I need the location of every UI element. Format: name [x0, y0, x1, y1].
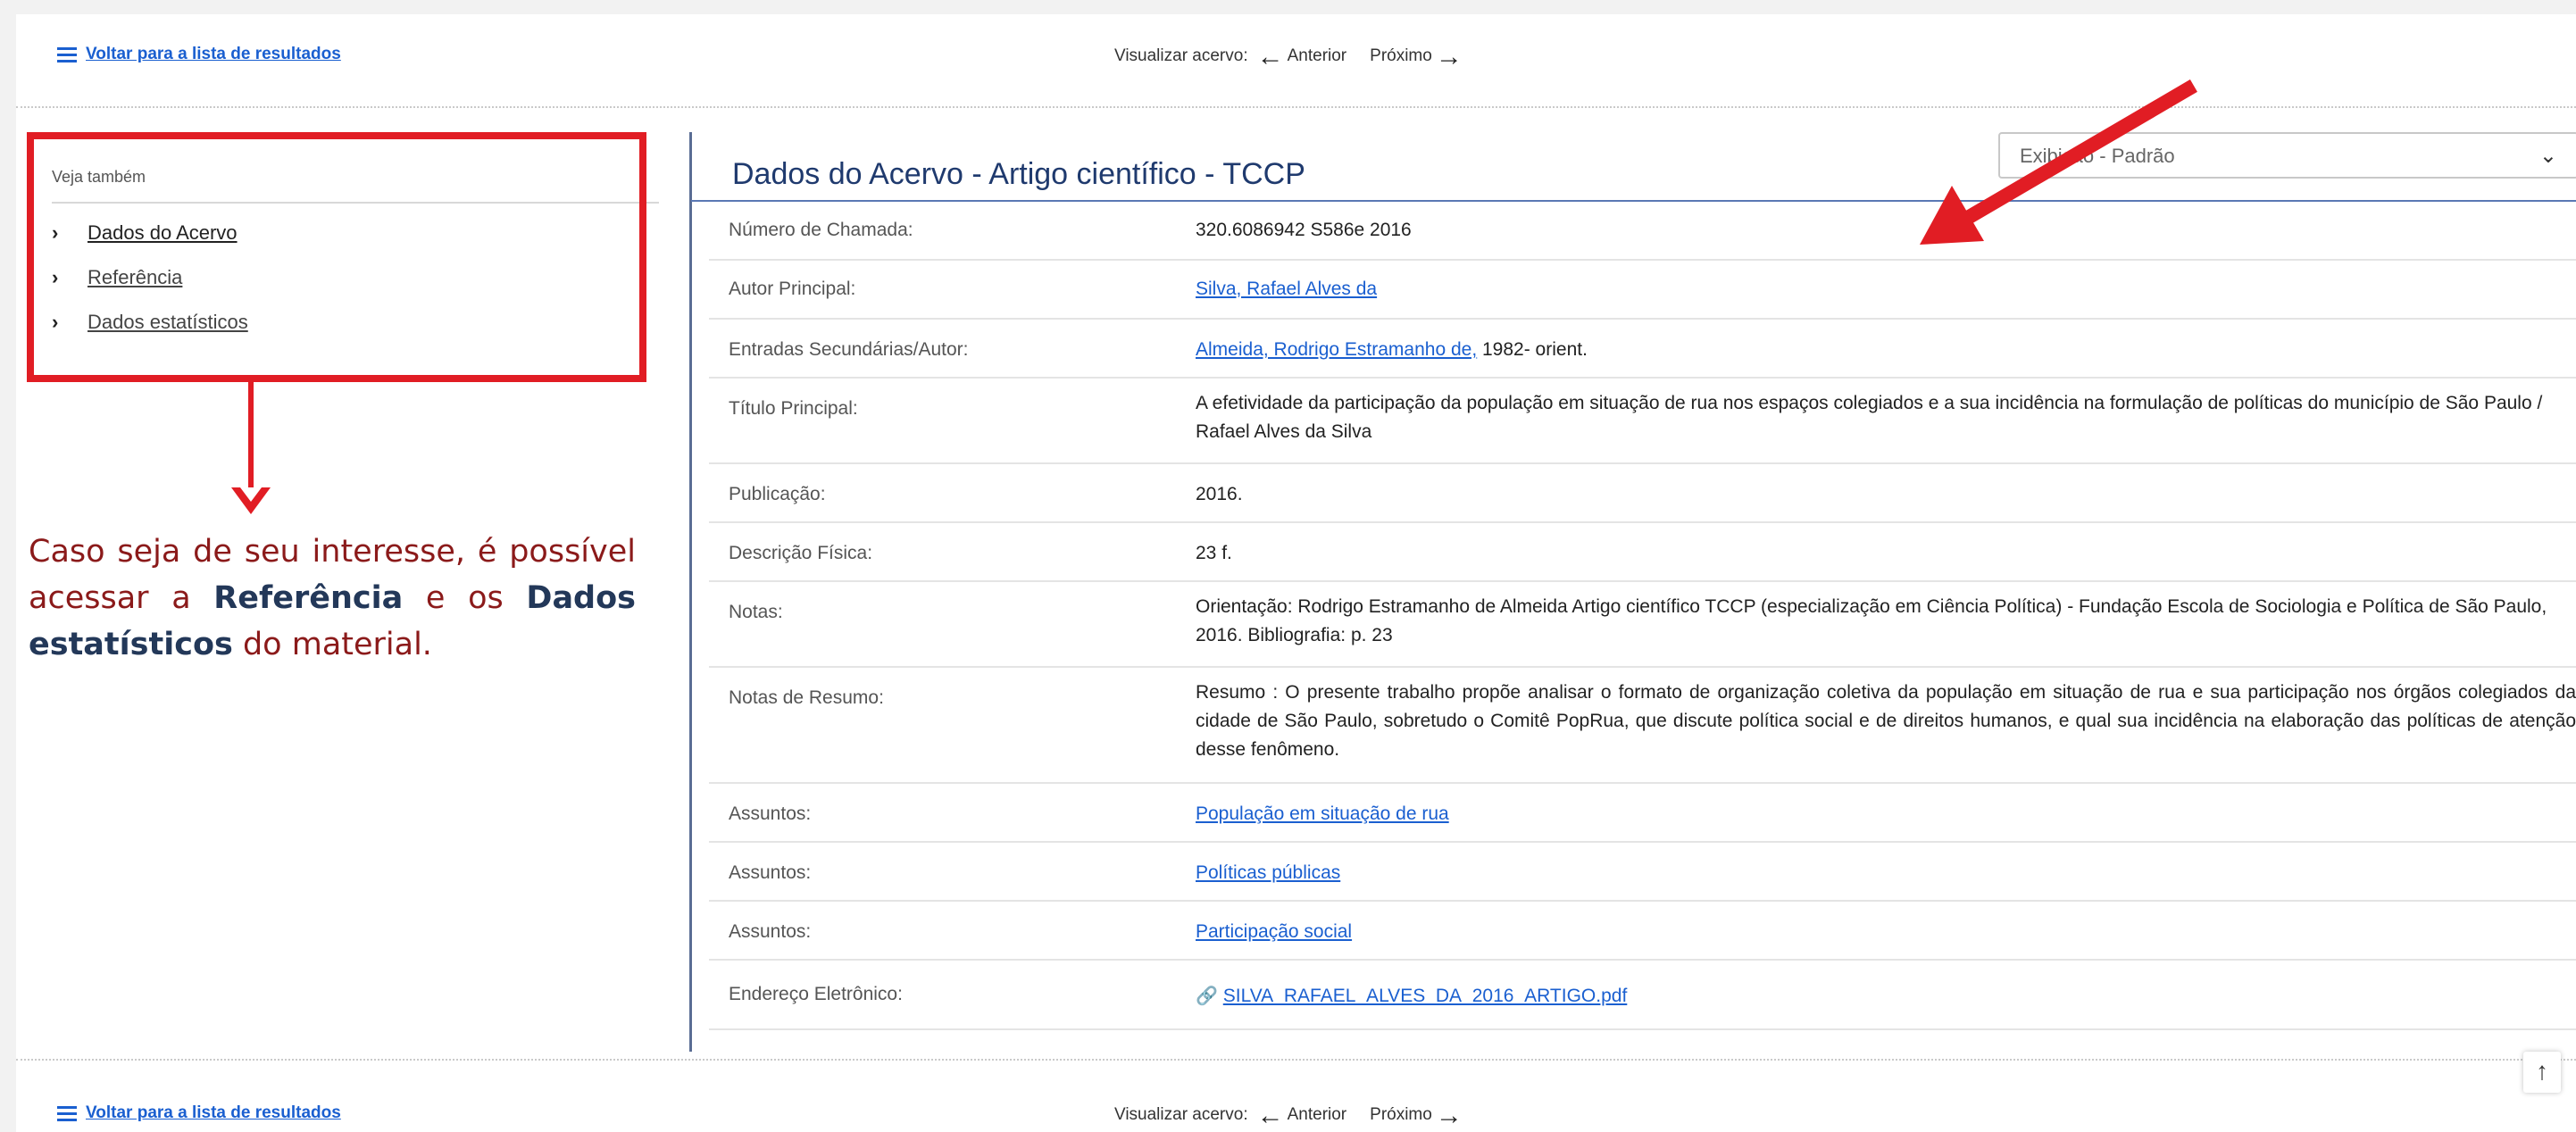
previous-label: Anterior	[1287, 46, 1347, 65]
next-button[interactable]: Próximo →	[1370, 1100, 1463, 1130]
row-value: 2016.	[1196, 484, 1243, 504]
arrow-left-icon: ←	[1256, 1100, 1284, 1130]
row-value: Almeida, Rodrigo Estramanho de, 1982- or…	[1196, 336, 2576, 364]
browse-collection: Visualizar acervo: ← Anterior Próximo →	[1114, 41, 1463, 71]
row-value: 320.6086942 S586e 2016	[1196, 220, 1412, 240]
vertical-divider	[689, 132, 692, 1052]
annotation-callout: Caso seja de seu interesse, é possível a…	[29, 529, 636, 668]
secondary-author-link[interactable]: Almeida, Rodrigo Estramanho de,	[1196, 339, 1477, 360]
subject-link[interactable]: Políticas públicas	[1196, 859, 2576, 887]
author-link[interactable]: Silva, Rafael Alves da	[1196, 275, 2576, 304]
top-divider	[16, 106, 2576, 108]
table-row: Autor Principal: Silva, Rafael Alves da	[709, 261, 2576, 320]
secondary-author-note: 1982- orient.	[1477, 339, 1588, 360]
table-row: Publicação: 2016.	[709, 464, 2576, 523]
arrow-right-icon: →	[1435, 1100, 1463, 1130]
record-details-table: Número de Chamada: 320.6086942 S586e 201…	[709, 202, 2576, 1030]
table-row: Assuntos: Participação social	[709, 902, 2576, 961]
browse-label: Visualizar acervo:	[1114, 1105, 1248, 1124]
next-label: Próximo	[1370, 1105, 1432, 1124]
table-row: Título Principal: A efetividade da parti…	[709, 379, 2576, 464]
back-to-results-label: Voltar para a lista de resultados	[86, 1103, 341, 1122]
arrow-up-icon: ↑	[2536, 1057, 2548, 1085]
list-icon	[57, 1105, 77, 1121]
link-icon: 🔗	[1196, 986, 1218, 1006]
next-label: Próximo	[1370, 46, 1432, 65]
row-value: A efetividade da participação da populaç…	[1196, 393, 2543, 442]
chevron-down-icon: ⌄	[2538, 144, 2557, 168]
row-label: Autor Principal:	[729, 279, 856, 299]
row-value: 23 f.	[1196, 543, 1232, 563]
display-mode-select[interactable]: Exibição - Padrão ⌄	[1998, 132, 2576, 179]
row-label: Descrição Física:	[729, 543, 873, 563]
bottom-navigation: Voltar para a lista de resultados Visual…	[16, 1064, 2576, 1130]
row-value: Resumo : O presente trabalho propõe anal…	[1196, 682, 2576, 760]
row-value: Orientação: Rodrigo Estramanho de Almeid…	[1196, 596, 2547, 645]
browse-label: Visualizar acervo:	[1114, 46, 1248, 65]
row-label: Endereço Eletrônico:	[729, 984, 903, 1004]
table-row: Descrição Física: 23 f.	[709, 523, 2576, 582]
row-label: Notas de Resumo:	[729, 687, 884, 708]
table-row: Endereço Eletrônico: 🔗 SILVA_RAFAEL_ALVE…	[709, 961, 2576, 1030]
table-row: Notas: Orientação: Rodrigo Estramanho de…	[709, 582, 2576, 668]
row-label: Publicação:	[729, 484, 826, 504]
pdf-link[interactable]: SILVA_RAFAEL_ALVES_DA_2016_ARTIGO.pdf	[1223, 986, 1628, 1006]
table-row: Assuntos: Políticas públicas	[709, 843, 2576, 902]
bottom-divider	[16, 1059, 2576, 1061]
browse-collection: Visualizar acervo: ← Anterior Próximo →	[1114, 1100, 1463, 1130]
callout-text: do material.	[232, 627, 432, 662]
previous-button[interactable]: ← Anterior	[1256, 41, 1347, 71]
table-row: Entradas Secundárias/Autor: Almeida, Rod…	[709, 320, 2576, 379]
table-row: Assuntos: População em situação de rua	[709, 784, 2576, 843]
list-icon	[57, 46, 77, 62]
annotation-arrowhead	[231, 487, 271, 514]
row-label: Assuntos:	[729, 862, 812, 883]
row-label: Título Principal:	[729, 398, 858, 419]
arrow-left-icon: ←	[1256, 41, 1284, 71]
display-mode-value: Exibição - Padrão	[2020, 145, 2175, 167]
row-label: Número de Chamada:	[729, 220, 913, 240]
back-to-results-link[interactable]: Voltar para a lista de resultados	[57, 1103, 341, 1123]
previous-label: Anterior	[1287, 1105, 1347, 1124]
table-row: Notas de Resumo: Resumo : O presente tra…	[709, 668, 2576, 784]
annotation-arrow-line	[248, 382, 254, 489]
previous-button[interactable]: ← Anterior	[1256, 1100, 1347, 1130]
row-label: Entradas Secundárias/Autor:	[729, 339, 969, 360]
row-label: Assuntos:	[729, 803, 812, 824]
arrow-right-icon: →	[1435, 41, 1463, 71]
callout-emphasis: Referência	[213, 580, 404, 616]
row-label: Notas:	[729, 602, 783, 622]
subject-link[interactable]: Participação social	[1196, 918, 2576, 946]
highlight-box	[27, 132, 646, 382]
page-title: Dados do Acervo - Artigo científico - TC…	[732, 157, 1305, 191]
subject-link[interactable]: População em situação de rua	[1196, 800, 2576, 828]
next-button[interactable]: Próximo →	[1370, 41, 1463, 71]
table-row: Número de Chamada: 320.6086942 S586e 201…	[709, 202, 2576, 261]
top-navigation: Voltar para a lista de resultados Visual…	[16, 14, 2576, 77]
page: Voltar para a lista de resultados Visual…	[16, 14, 2576, 1132]
row-value: 🔗 SILVA_RAFAEL_ALVES_DA_2016_ARTIGO.pdf	[1196, 982, 2576, 1011]
back-to-results-label: Voltar para a lista de resultados	[86, 45, 341, 63]
row-label: Assuntos:	[729, 921, 812, 942]
callout-text: e os	[403, 580, 527, 616]
back-to-results-link[interactable]: Voltar para a lista de resultados	[57, 45, 341, 64]
back-to-top-button[interactable]: ↑	[2523, 1052, 2561, 1093]
